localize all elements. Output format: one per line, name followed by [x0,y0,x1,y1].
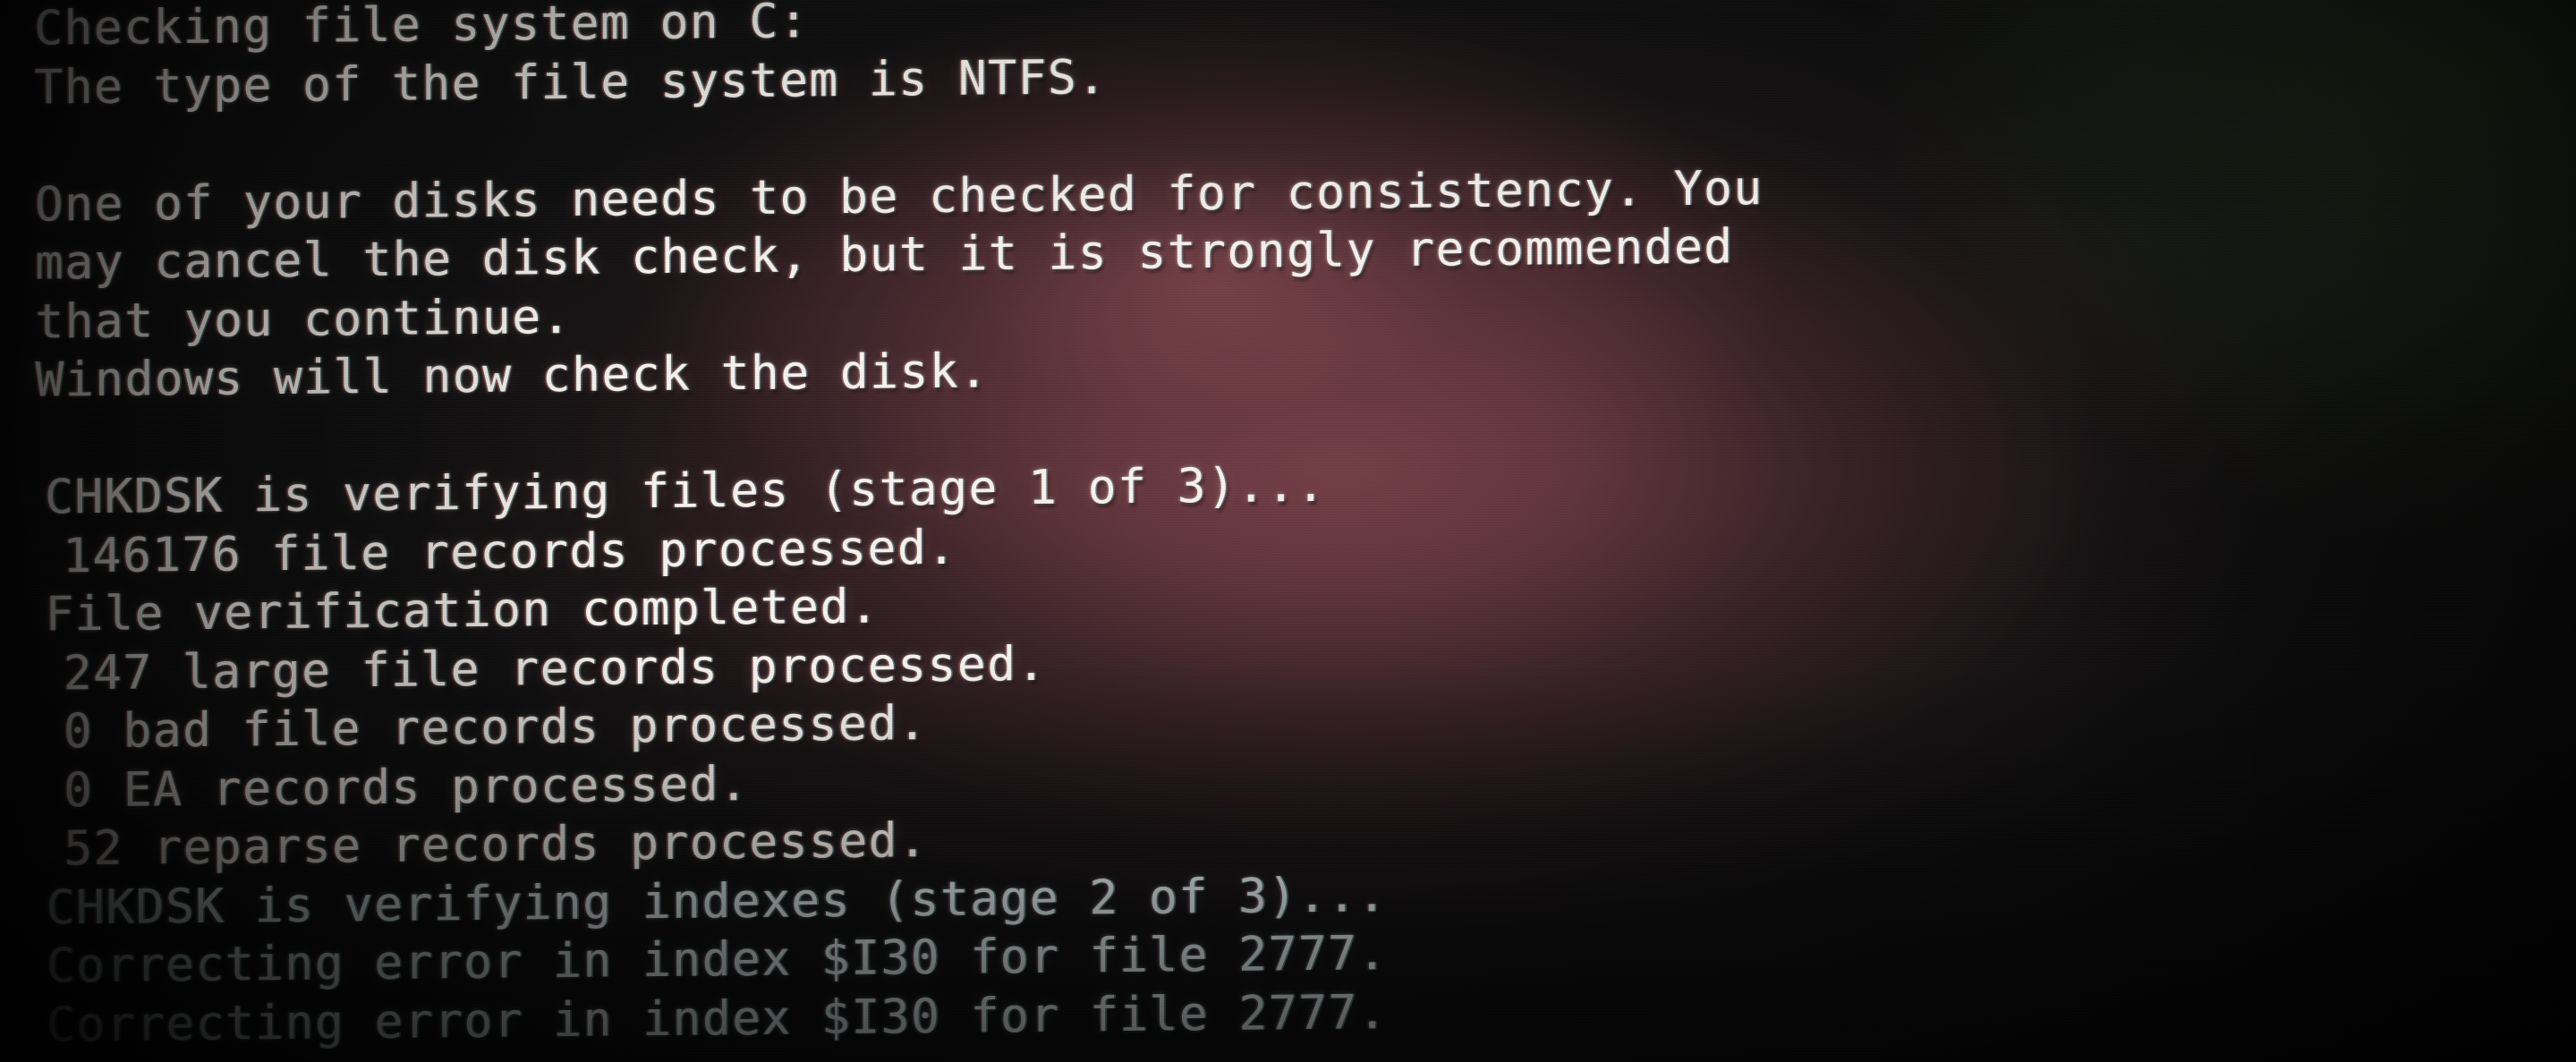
console-line: 146176 file records processed. [63,520,957,583]
console-line: CHKDSK is verifying indexes (stage 2 of … [46,867,1388,936]
console-line: that you continue. [35,289,572,350]
console-line: 0 bad file records processed. [63,696,928,760]
console-line: 0 EA records processed. [63,756,750,818]
console-line: Correcting error in index $I30 for file … [46,926,1388,994]
console-line: may cancel the disk check, but it is str… [34,219,1734,291]
console-line: Correcting error in index $I30 for file … [46,984,1388,1053]
console-text-area: Checking file system on C: The type of th… [0,0,2576,1062]
console-line: Windows will now check the disk. [35,344,990,408]
console-line: The type of the file system is NTFS. [34,49,1108,115]
chkdsk-screen-photo: Checking file system on C: The type of th… [0,0,2576,1062]
console-line: File verification completed. [45,579,880,642]
console-line: Checking file system on C: [34,0,810,56]
console-line: 52 reparse records processed. [64,813,929,877]
console-line: 247 large file records processed. [63,636,1047,701]
console-line: CHKDSK is verifying files (stage 1 of 3)… [44,457,1327,525]
console-line: One of your disks needs to be checked fo… [34,160,1764,233]
